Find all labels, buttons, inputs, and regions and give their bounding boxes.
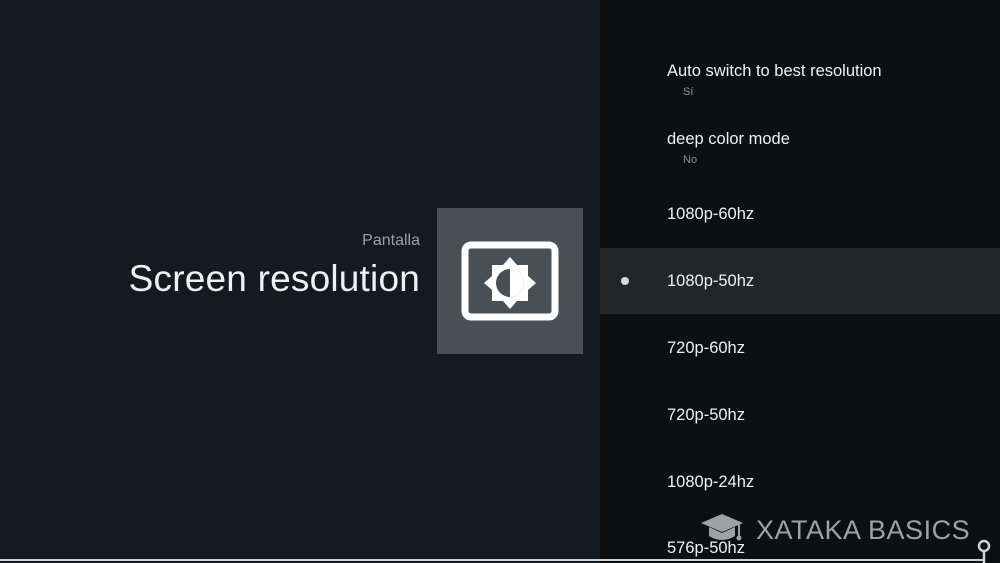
list-item-subtitle: No xyxy=(683,154,698,166)
list-item-1080p-50hz[interactable]: 1080p-50hz xyxy=(600,248,1000,314)
breadcrumb: Pantalla xyxy=(362,232,420,249)
list-item-title: 1080p-50hz xyxy=(667,272,755,290)
brightness-display-icon xyxy=(437,208,583,354)
list-item-1080p-60hz[interactable]: 1080p-60hz xyxy=(600,182,1000,248)
list-item-auto-switch[interactable]: Auto switch to best resolution Sí xyxy=(600,48,1000,114)
list-item-title: 1080p-60hz xyxy=(667,205,755,223)
list-item-title: 1080p-24hz xyxy=(667,473,755,491)
list-item-deep-color[interactable]: deep color mode No xyxy=(600,116,1000,182)
selected-radio-dot xyxy=(621,277,629,285)
watermark-text: XATAKA BASICS xyxy=(756,514,971,545)
bottom-divider xyxy=(0,559,985,561)
list-item-title: 720p-50hz xyxy=(667,406,745,424)
watermark: XATAKA BASICS xyxy=(700,510,970,550)
list-item-title: Auto switch to best resolution xyxy=(667,62,882,80)
tv-settings-screen: Pantalla Screen resolution Auto switch t… xyxy=(0,0,1000,563)
list-item-720p-60hz[interactable]: 720p-60hz xyxy=(600,316,1000,382)
header-area: Pantalla Screen resolution xyxy=(0,0,600,563)
resolution-list: Auto switch to best resolution Sí deep c… xyxy=(600,0,1000,563)
list-item-subtitle: Sí xyxy=(683,86,694,98)
list-item-title: deep color mode xyxy=(667,130,790,148)
pin-icon xyxy=(977,539,991,563)
list-item-720p-50hz[interactable]: 720p-50hz xyxy=(600,383,1000,449)
page-title: Screen resolution xyxy=(128,258,420,299)
list-item-1080p-24hz[interactable]: 1080p-24hz xyxy=(600,450,1000,516)
list-item-title: 720p-60hz xyxy=(667,339,745,357)
graduation-cap-icon xyxy=(701,514,743,541)
